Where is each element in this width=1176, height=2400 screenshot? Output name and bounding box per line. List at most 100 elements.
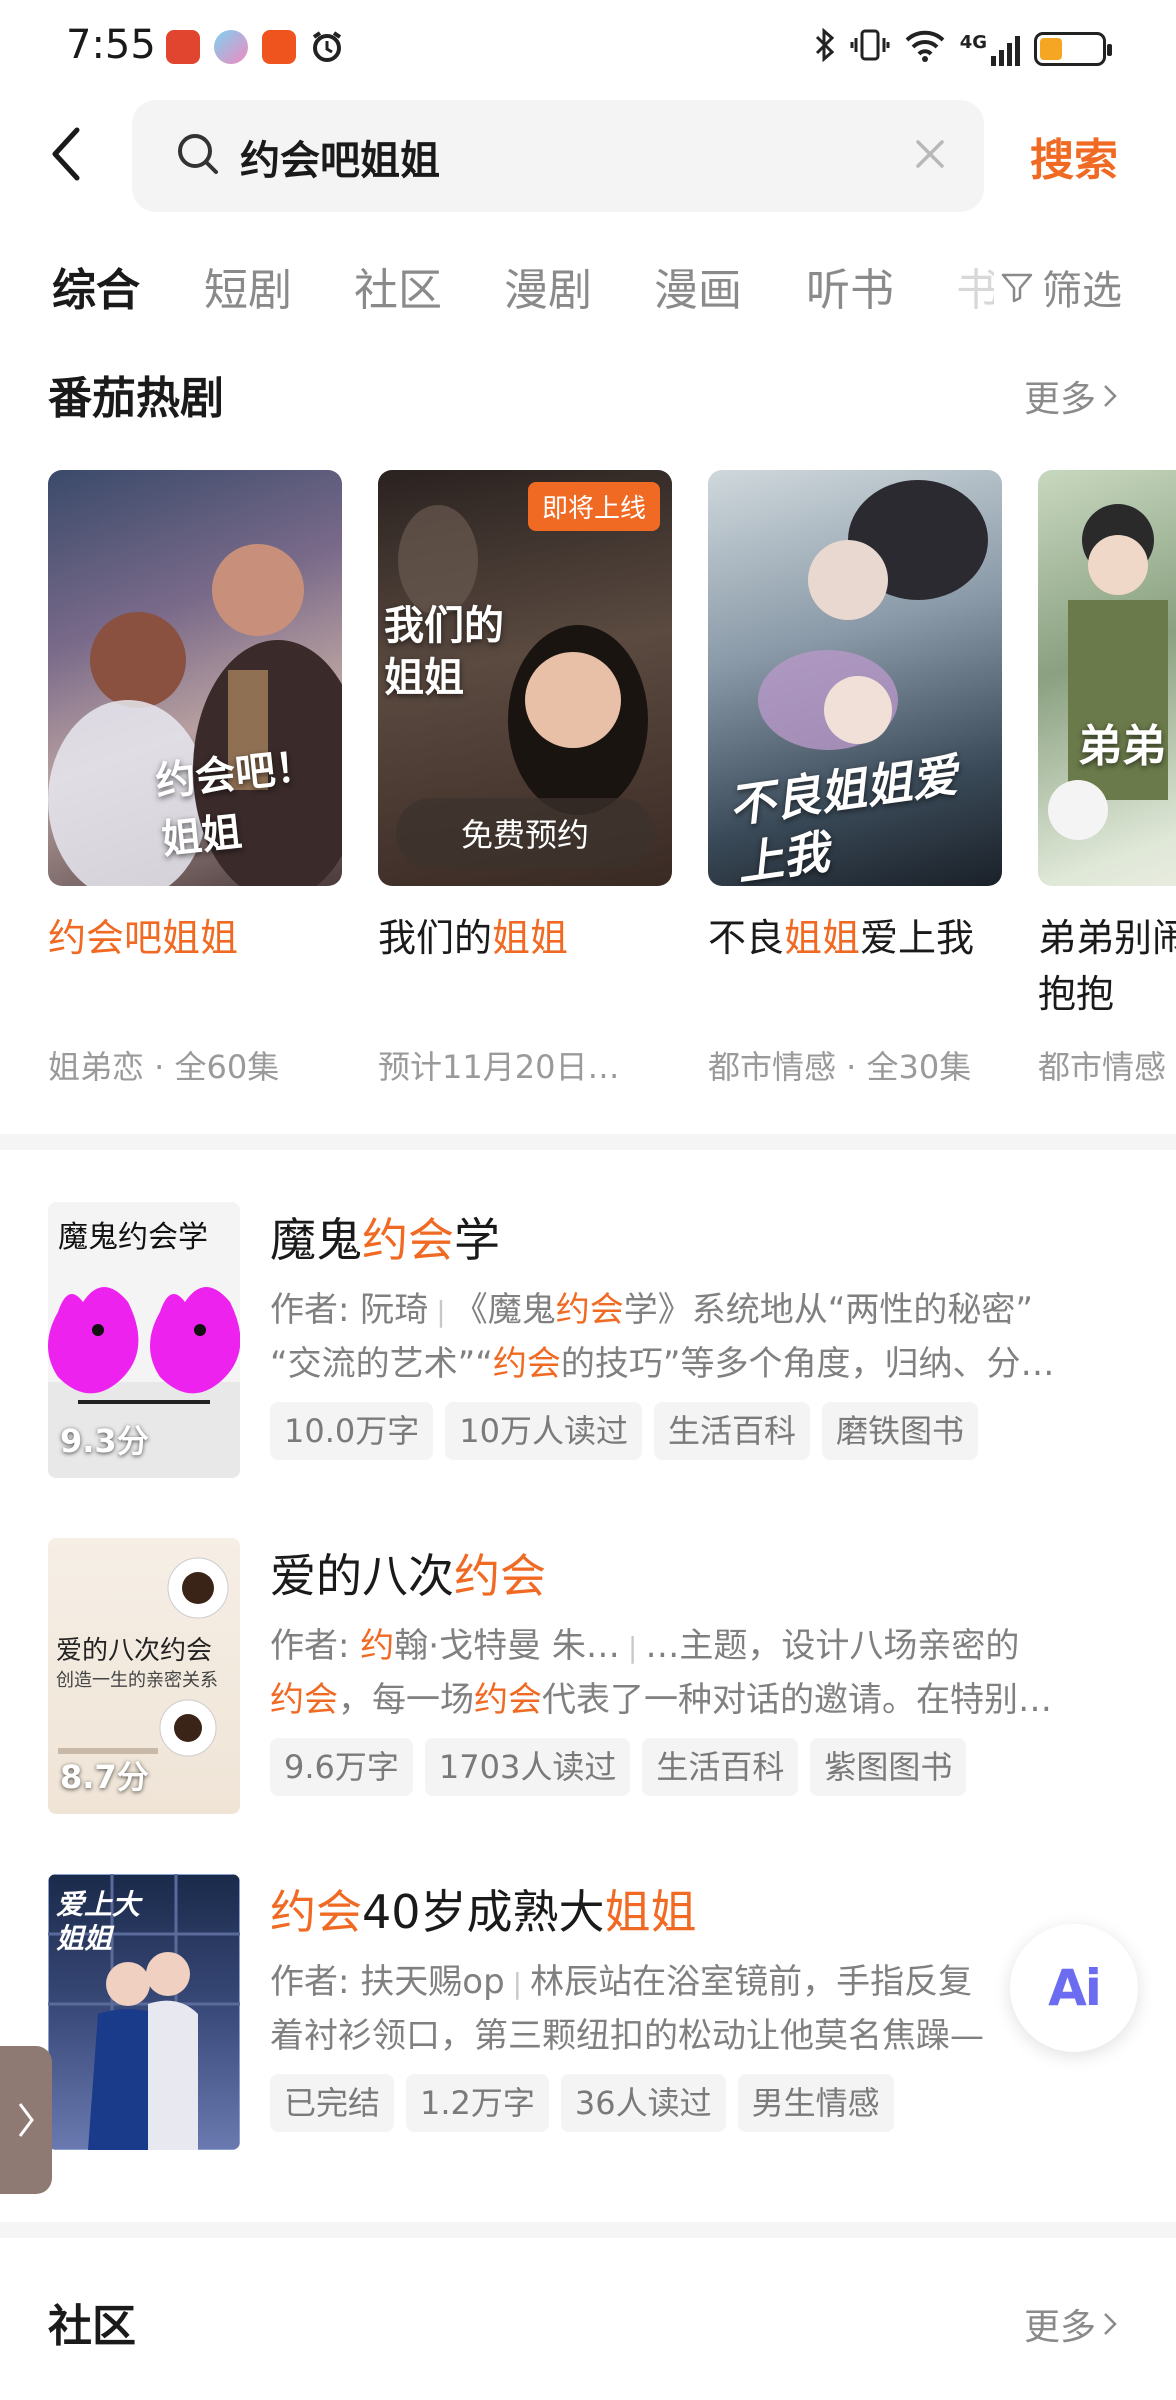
book-tag[interactable]: 磨铁图书 <box>822 1402 979 1460</box>
drama-title[interactable]: 约会吧姐姐 <box>48 910 342 966</box>
drama-title[interactable]: 弟弟别闹 抱抱 <box>1038 910 1176 1022</box>
book-tag: 10万人读过 <box>445 1402 642 1460</box>
book-title[interactable]: 魔鬼约会学 <box>270 1204 500 1270</box>
tab-community[interactable]: 社区 <box>354 254 442 318</box>
drama-poster[interactable]: 约会吧！姐姐 <box>48 470 342 886</box>
book-author: 约翰·戈特曼 朱… <box>360 1626 620 1666</box>
tab-short-drama[interactable]: 短剧 <box>204 254 292 318</box>
book-tag: 已完结 <box>270 2074 395 2132</box>
app-notification-icon <box>166 30 200 64</box>
drama-meta: 姐弟恋 · 全60集 <box>48 1048 280 1086</box>
book-tags: 9.6万字 1703人读过 生活百科 紫图图书 <box>270 1738 967 1796</box>
app-notification-icon <box>262 30 296 64</box>
book-tag: 10.0万字 <box>270 1402 434 1460</box>
book-title[interactable]: 爱的八次约会 <box>270 1540 546 1606</box>
vibrate-icon <box>850 28 890 70</box>
coming-soon-badge: 即将上线 <box>527 482 660 531</box>
poster-title-text: 弟弟 <box>1078 721 1166 772</box>
free-reserve-button[interactable]: 免费预约 <box>396 798 654 868</box>
book-cover[interactable]: 魔鬼约会学 9.3分 <box>48 1202 240 1478</box>
book-tags: 10.0万字 10万人读过 生活百科 磨铁图书 <box>270 1402 979 1460</box>
book-item[interactable]: 魔鬼约会学 9.3分 魔鬼约会学 作者: 阮琦 | 《魔鬼约会学》系统地从“两性的秘… <box>48 1202 1176 1482</box>
book-tags: 已完结 1.2万字 36人读过 男生情感 <box>270 2074 894 2132</box>
book-tag: 36人读过 <box>560 2074 726 2132</box>
book-item[interactable]: 爱上大姐姐 约会40岁成熟大姐姐 作者: 扶天赐op | 林辰站在浴室镜前，手指反复… <box>48 1874 1176 2154</box>
chevron-right-icon <box>1104 2313 1117 2335</box>
chevron-right-icon <box>18 2103 34 2137</box>
status-time: 7:55 <box>66 22 156 68</box>
filter-button[interactable]: 筛选 <box>994 258 1122 316</box>
drama-title[interactable]: 我们的姐姐 <box>378 910 672 966</box>
drama-poster[interactable]: 不良姐姐爱上我 <box>708 470 1002 886</box>
poster-title-text: 我们的姐姐 <box>384 603 504 701</box>
poster-title-text: 约会吧！姐姐 <box>153 743 318 864</box>
chevron-left-icon <box>52 127 80 181</box>
tab-comprehensive[interactable]: 综合 <box>52 254 140 318</box>
book-cover[interactable]: 爱的八次约会 创造一生的亲密关系 8.7分 <box>48 1538 240 1814</box>
bluetooth-icon <box>814 27 836 70</box>
notification-icons <box>166 30 344 68</box>
drama-card[interactable]: 即将上线 我们的姐姐 免费预约 我们的姐姐 <box>378 470 672 966</box>
section-title-hot-drama: 番茄热剧 <box>48 373 224 424</box>
drama-card[interactable]: 不良姐姐爱上我 不良姐姐爱上我 <box>708 470 1002 966</box>
chevron-right-icon <box>1104 385 1117 407</box>
section-divider <box>0 1134 1176 1150</box>
network-type: 4G <box>959 32 987 53</box>
search-icon <box>174 130 222 182</box>
book-score: 8.7分 <box>60 1758 149 1796</box>
cover-title-text: 爱上大姐姐 <box>56 1888 141 1955</box>
cover-title-text: 魔鬼约会学 <box>58 1220 208 1255</box>
drama-meta: 都市情感 · 全30集 <box>708 1048 972 1086</box>
battery-icon <box>1034 32 1112 66</box>
clear-icon[interactable] <box>912 136 948 176</box>
filter-icon <box>1001 273 1033 303</box>
search-button[interactable]: 搜索 <box>1030 124 1118 188</box>
book-author: 扶天赐op <box>360 1962 505 2002</box>
filter-label: 筛选 <box>1042 268 1122 314</box>
section-divider <box>0 2222 1176 2238</box>
book-tag[interactable]: 生活百科 <box>654 1402 811 1460</box>
hot-drama-more-link[interactable]: 更多 <box>1024 370 1118 422</box>
cover-title-text: 爱的八次约会 <box>56 1636 213 1666</box>
tab-audiobooks[interactable]: 听书 <box>806 254 894 318</box>
book-tag[interactable]: 紫图图书 <box>810 1738 967 1796</box>
drama-poster[interactable]: 弟弟 <box>1038 470 1176 886</box>
drama-meta: 都市情感 <box>1038 1048 1167 1086</box>
drama-card[interactable]: 弟弟 弟弟别闹 抱抱 <box>1038 470 1176 1022</box>
book-score: 9.3分 <box>60 1422 149 1460</box>
ai-icon: Ai <box>1048 1959 1102 2017</box>
signal-icon: 4G <box>960 32 1020 66</box>
book-title[interactable]: 约会40岁成熟大姐姐 <box>270 1876 697 1942</box>
wifi-icon <box>904 28 946 70</box>
community-more-link[interactable]: 更多 <box>1024 2298 1118 2350</box>
status-bar: 7:55 4G <box>0 0 1176 96</box>
search-query[interactable]: 约会吧姐姐 <box>240 128 440 186</box>
book-item[interactable]: 爱的八次约会 创造一生的亲密关系 8.7分 爱的八次约会 作者: 约翰·戈特曼 … <box>48 1538 1176 1818</box>
alarm-icon <box>310 30 344 68</box>
app-notification-icon <box>214 30 248 64</box>
more-label: 更多 <box>1024 2307 1097 2348</box>
side-expand-tab[interactable] <box>0 2046 52 2194</box>
drama-poster[interactable]: 即将上线 我们的姐姐 免费预约 <box>378 470 672 886</box>
drama-title[interactable]: 不良姐姐爱上我 <box>708 910 1002 966</box>
search-input[interactable]: 约会吧姐姐 <box>132 100 984 212</box>
section-title-community: 社区 <box>48 2301 136 2352</box>
system-icons: 4G <box>814 27 1112 70</box>
tab-anime-drama[interactable]: 漫剧 <box>504 254 592 318</box>
book-description: 作者: 约翰·戈特曼 朱… | …主题，设计八场亲密的 约会，每一场约会代表了一种对… <box>270 1626 1052 1720</box>
book-tag: 9.6万字 <box>270 1738 413 1796</box>
drama-card[interactable]: 约会吧！姐姐 约会吧姐姐 <box>48 470 342 966</box>
book-cover[interactable]: 爱上大姐姐 <box>48 1874 240 2150</box>
book-tag: 1703人读过 <box>424 1738 631 1796</box>
book-tag: 1.2万字 <box>406 2074 549 2132</box>
more-label: 更多 <box>1024 379 1097 420</box>
drama-meta: 预计11月20日… <box>378 1048 620 1086</box>
book-description: 作者: 阮琦 | 《魔鬼约会学》系统地从“两性的秘密” “交流的艺术”“约会的技巧”… <box>270 1290 1055 1384</box>
back-button[interactable] <box>40 118 92 190</box>
hot-drama-carousel[interactable]: 约会吧！姐姐 约会吧姐姐 姐弟恋 · 全60集 即将上线 我们的姐姐 免费预约 … <box>48 470 1176 1090</box>
book-author: 阮琦 <box>360 1290 429 1330</box>
book-tag[interactable]: 男生情感 <box>737 2074 894 2132</box>
tab-comics[interactable]: 漫画 <box>654 254 742 318</box>
book-tag[interactable]: 生活百科 <box>642 1738 799 1796</box>
ai-assistant-button[interactable]: Ai <box>1010 1924 1138 2052</box>
